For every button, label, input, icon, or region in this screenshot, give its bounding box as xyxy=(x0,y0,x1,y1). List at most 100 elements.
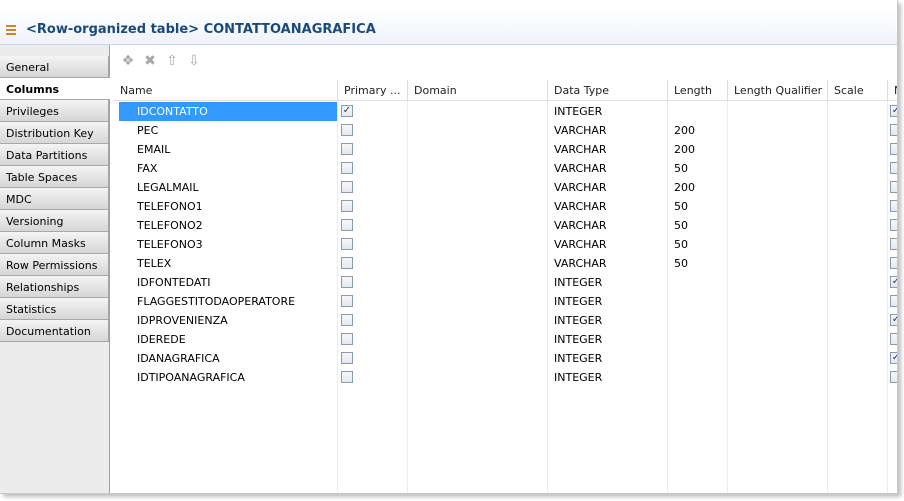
tab-mdc[interactable]: MDC xyxy=(0,188,109,210)
length-cell[interactable]: 50 xyxy=(674,159,724,178)
column-header-n[interactable]: N xyxy=(888,80,897,101)
data-type-cell[interactable]: VARCHAR xyxy=(554,159,664,178)
table-row[interactable]: TELEFONO3 VARCHAR 50 xyxy=(110,235,897,254)
column-header-data-type[interactable]: Data Type xyxy=(548,80,668,101)
delete-icon[interactable]: ✖ xyxy=(142,53,158,69)
primary-key-checkbox[interactable] xyxy=(341,200,353,212)
column-header-name[interactable]: Name xyxy=(114,80,338,101)
column-header-length-qualifier[interactable]: Length Qualifier xyxy=(728,80,828,101)
data-type-cell[interactable]: INTEGER xyxy=(554,292,664,311)
primary-key-checkbox[interactable] xyxy=(341,257,353,269)
not-null-checkbox[interactable] xyxy=(890,333,897,345)
column-name-cell[interactable]: IDCONTATTO xyxy=(119,102,337,121)
not-null-checkbox[interactable] xyxy=(890,295,897,307)
primary-key-checkbox[interactable] xyxy=(341,143,353,155)
table-row[interactable]: FLAGGESTITODAOPERATORE INTEGER xyxy=(110,292,897,311)
not-null-checkbox[interactable] xyxy=(890,162,897,174)
table-row[interactable]: LEGALMAIL VARCHAR 200 xyxy=(110,178,897,197)
length-cell[interactable] xyxy=(674,368,724,387)
primary-key-checkbox[interactable] xyxy=(341,181,353,193)
primary-key-checkbox[interactable] xyxy=(341,333,353,345)
table-row[interactable]: TELEX VARCHAR 50 xyxy=(110,254,897,273)
tab-documentation[interactable]: Documentation xyxy=(0,320,109,342)
data-type-cell[interactable]: VARCHAR xyxy=(554,216,664,235)
length-cell[interactable] xyxy=(674,311,724,330)
column-name-cell[interactable]: LEGALMAIL xyxy=(119,178,337,197)
tab-relationships[interactable]: Relationships xyxy=(0,276,109,298)
primary-key-checkbox[interactable] xyxy=(341,276,353,288)
column-name-cell[interactable]: EMAIL xyxy=(119,140,337,159)
length-cell[interactable]: 200 xyxy=(674,140,724,159)
not-null-checkbox[interactable] xyxy=(890,200,897,212)
tab-columns[interactable]: Columns xyxy=(0,78,110,100)
length-cell[interactable] xyxy=(674,102,724,121)
data-type-cell[interactable]: VARCHAR xyxy=(554,178,664,197)
length-cell[interactable]: 200 xyxy=(674,121,724,140)
table-row[interactable]: IDEREDE INTEGER xyxy=(110,330,897,349)
not-null-checkbox[interactable]: ✓ xyxy=(890,314,897,326)
not-null-checkbox[interactable]: ✓ xyxy=(890,105,897,117)
move-down-icon[interactable]: ⇩ xyxy=(186,53,202,69)
tab-data-partitions[interactable]: Data Partitions xyxy=(0,144,109,166)
column-name-cell[interactable]: IDTIPOANAGRAFICA xyxy=(119,368,337,387)
length-cell[interactable] xyxy=(674,273,724,292)
table-row[interactable]: TELEFONO1 VARCHAR 50 xyxy=(110,197,897,216)
length-cell[interactable] xyxy=(674,349,724,368)
column-name-cell[interactable]: TELEFONO3 xyxy=(119,235,337,254)
data-type-cell[interactable]: VARCHAR xyxy=(554,140,664,159)
primary-key-checkbox[interactable]: ✓ xyxy=(341,105,353,117)
data-type-cell[interactable]: VARCHAR xyxy=(554,235,664,254)
not-null-checkbox[interactable] xyxy=(890,219,897,231)
data-type-cell[interactable]: INTEGER xyxy=(554,330,664,349)
column-name-cell[interactable]: TELEFONO2 xyxy=(119,216,337,235)
not-null-checkbox[interactable] xyxy=(890,371,897,383)
data-type-cell[interactable]: VARCHAR xyxy=(554,197,664,216)
data-type-cell[interactable]: INTEGER xyxy=(554,368,664,387)
not-null-checkbox[interactable] xyxy=(890,143,897,155)
tab-table-spaces[interactable]: Table Spaces xyxy=(0,166,109,188)
column-name-cell[interactable]: IDPROVENIENZA xyxy=(119,311,337,330)
data-type-cell[interactable]: VARCHAR xyxy=(554,121,664,140)
column-header-domain[interactable]: Domain xyxy=(408,80,548,101)
length-cell[interactable] xyxy=(674,292,724,311)
column-name-cell[interactable]: FLAGGESTITODAOPERATORE xyxy=(119,292,337,311)
table-row[interactable]: PEC VARCHAR 200 xyxy=(110,121,897,140)
tab-privileges[interactable]: Privileges xyxy=(0,100,109,122)
data-type-cell[interactable]: INTEGER xyxy=(554,273,664,292)
length-cell[interactable]: 50 xyxy=(674,216,724,235)
not-null-checkbox[interactable] xyxy=(890,124,897,136)
column-name-cell[interactable]: TELEX xyxy=(119,254,337,273)
table-row[interactable]: IDANAGRAFICA INTEGER ✓ xyxy=(110,349,897,368)
column-header-scale[interactable]: Scale xyxy=(828,80,888,101)
data-type-cell[interactable]: INTEGER xyxy=(554,102,664,121)
not-null-checkbox[interactable]: ✓ xyxy=(890,276,897,288)
length-cell[interactable]: 50 xyxy=(674,235,724,254)
column-name-cell[interactable]: FAX xyxy=(119,159,337,178)
primary-key-checkbox[interactable] xyxy=(341,371,353,383)
primary-key-checkbox[interactable] xyxy=(341,162,353,174)
not-null-checkbox[interactable]: ✓ xyxy=(890,352,897,364)
tab-row-permissions[interactable]: Row Permissions xyxy=(0,254,109,276)
length-cell[interactable]: 50 xyxy=(674,197,724,216)
move-up-icon[interactable]: ⇧ xyxy=(164,53,180,69)
column-name-cell[interactable]: IDFONTEDATI xyxy=(119,273,337,292)
column-name-cell[interactable]: IDANAGRAFICA xyxy=(119,349,337,368)
column-name-cell[interactable]: PEC xyxy=(119,121,337,140)
primary-key-checkbox[interactable] xyxy=(341,124,353,136)
column-name-cell[interactable]: IDEREDE xyxy=(119,330,337,349)
primary-key-checkbox[interactable] xyxy=(341,295,353,307)
length-cell[interactable] xyxy=(674,330,724,349)
tab-column-masks[interactable]: Column Masks xyxy=(0,232,109,254)
column-name-cell[interactable]: TELEFONO1 xyxy=(119,197,337,216)
table-row[interactable]: EMAIL VARCHAR 200 xyxy=(110,140,897,159)
not-null-checkbox[interactable] xyxy=(890,238,897,250)
not-null-checkbox[interactable] xyxy=(890,181,897,193)
data-type-cell[interactable]: INTEGER xyxy=(554,349,664,368)
not-null-checkbox[interactable] xyxy=(890,257,897,269)
data-type-cell[interactable]: INTEGER xyxy=(554,311,664,330)
add-column-icon[interactable]: ❖ xyxy=(120,53,136,69)
tab-general[interactable]: General xyxy=(0,56,109,78)
data-type-cell[interactable]: VARCHAR xyxy=(554,254,664,273)
tab-versioning[interactable]: Versioning xyxy=(0,210,109,232)
length-cell[interactable]: 50 xyxy=(674,254,724,273)
